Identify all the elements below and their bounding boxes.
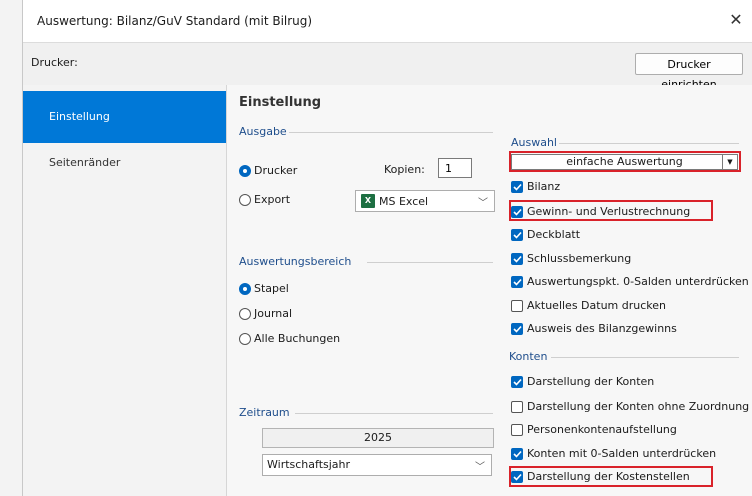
radio-selected-icon (239, 164, 251, 177)
group-divider (295, 413, 493, 414)
group-title-konten: Konten (509, 350, 548, 363)
group-divider (559, 143, 739, 144)
radio-alle-buchungen[interactable]: Alle Buchungen (239, 332, 340, 345)
radio-unselected-icon (239, 332, 251, 345)
group-title-auswertungsbereich: Auswertungsbereich (239, 255, 352, 268)
period-value: Wirtschaftsjahr (267, 458, 351, 471)
checkbox-label: Aktuelles Datum drucken (527, 299, 667, 312)
checkbox-checked-icon (511, 205, 523, 218)
group-title-ausgabe: Ausgabe (239, 125, 287, 138)
konten-checkbox-3[interactable]: Konten mit 0-Salden unterdrücken (511, 447, 716, 460)
checkbox-unchecked-icon (511, 299, 523, 312)
dialog-window: Auswertung: Bilanz/GuV Standard (mit Bil… (22, 0, 752, 496)
auswahl-checkbox-2[interactable]: Deckblatt (511, 228, 580, 241)
excel-icon: X (361, 194, 375, 208)
group-divider (367, 262, 493, 263)
radio-stapel[interactable]: Stapel (239, 282, 289, 295)
checkbox-label: Gewinn- und Verlustrechnung (527, 205, 691, 218)
radio-unselected-icon (239, 193, 251, 206)
checkbox-label: Bilanz (527, 180, 561, 193)
group-title-auswahl: Auswahl (511, 136, 557, 149)
checkbox-checked-icon (511, 228, 523, 241)
checkbox-checked-icon (511, 470, 523, 483)
checkbox-label: Schlussbemerkung (527, 252, 632, 265)
auswahl-select-value: einfache Auswertung (566, 155, 683, 168)
konten-checkbox-0[interactable]: Darstellung der Konten (511, 375, 654, 388)
checkbox-label: Personenkontenaufstellung (527, 423, 677, 436)
checkbox-checked-icon (511, 375, 523, 388)
radio-journal[interactable]: Journal (239, 307, 292, 320)
radio-label: Export (254, 193, 291, 206)
period-select[interactable]: Wirtschaftsjahr ﹀ (262, 454, 492, 476)
checkbox-unchecked-icon (511, 423, 523, 436)
chevron-down-icon: ﹀ (478, 198, 488, 209)
window-title: Auswertung: Bilanz/GuV Standard (mit Bil… (37, 14, 313, 28)
group-divider (289, 132, 493, 133)
checkbox-checked-icon (511, 252, 523, 265)
auswahl-checkbox-4[interactable]: Auswertungspkt. 0-Salden unterdrücken (511, 275, 749, 288)
sidebar-item-seitenraender[interactable]: Seitenränder (23, 137, 226, 189)
checkbox-label: Darstellung der Konten (527, 375, 655, 388)
sidebar-item-einstellung[interactable]: Einstellung (23, 91, 226, 143)
printer-label: Drucker: (31, 56, 78, 69)
checkbox-checked-icon (511, 180, 523, 193)
page-title: Einstellung (239, 95, 322, 110)
auswahl-checkbox-1[interactable]: Gewinn- und Verlustrechnung (511, 205, 690, 218)
radio-label: Stapel (254, 282, 289, 295)
year-field[interactable]: 2025 (262, 428, 494, 448)
chevron-down-icon: ﹀ (475, 462, 485, 473)
radio-drucker[interactable]: Drucker (239, 164, 297, 177)
konten-checkbox-2[interactable]: Personenkontenaufstellung (511, 423, 677, 436)
export-format-select[interactable]: X MS Excel ﹀ (355, 190, 495, 212)
checkbox-label: Darstellung der Konten ohne Zuordnung (527, 400, 750, 413)
checkbox-label: Darstellung der Kostenstellen (527, 470, 690, 483)
checkbox-label: Auswertungspkt. 0-Salden unterdrücken (527, 275, 749, 288)
checkbox-checked-icon (511, 447, 523, 460)
printer-bar: Drucker: Drucker einrichten (23, 42, 752, 91)
printer-setup-button[interactable]: Drucker einrichten (635, 53, 743, 91)
auswahl-checkbox-5[interactable]: Aktuelles Datum drucken (511, 299, 666, 312)
radio-label: Drucker (254, 164, 298, 177)
settings-panel: Einstellung Ausgabe Drucker Kopien: Expo… (226, 85, 752, 496)
radio-selected-icon (239, 282, 251, 295)
checkbox-unchecked-icon (511, 400, 523, 413)
konten-checkbox-4[interactable]: Darstellung der Kostenstellen (511, 470, 690, 483)
auswahl-checkbox-3[interactable]: Schlussbemerkung (511, 252, 631, 265)
group-divider (551, 357, 739, 358)
checkbox-label: Deckblatt (527, 228, 581, 241)
radio-label: Journal (254, 307, 293, 320)
kopien-label: Kopien: (384, 163, 425, 176)
sidebar-nav: Einstellung Seitenränder (23, 85, 226, 496)
checkbox-label: Ausweis des Bilanzgewinns (527, 322, 677, 335)
konten-checkbox-1[interactable]: Darstellung der Konten ohne Zuordnung (511, 400, 749, 413)
checkbox-checked-icon (511, 275, 523, 288)
auswahl-select[interactable]: einfache Auswertung ▼ (511, 154, 738, 170)
group-title-zeitraum: Zeitraum (239, 406, 290, 419)
auswahl-checkbox-0[interactable]: Bilanz (511, 180, 560, 193)
auswahl-checkbox-6[interactable]: Ausweis des Bilanzgewinns (511, 322, 677, 335)
kopien-input[interactable] (438, 158, 472, 178)
close-icon[interactable]: ✕ (723, 8, 749, 32)
title-bar: Auswertung: Bilanz/GuV Standard (mit Bil… (23, 0, 752, 42)
export-format-value: MS Excel (379, 194, 429, 208)
chevron-down-icon: ▼ (722, 155, 737, 169)
radio-unselected-icon (239, 307, 251, 320)
radio-label: Alle Buchungen (254, 332, 341, 345)
checkbox-checked-icon (511, 322, 523, 335)
checkbox-label: Konten mit 0-Salden unterdrücken (527, 447, 717, 460)
radio-export[interactable]: Export (239, 193, 290, 206)
